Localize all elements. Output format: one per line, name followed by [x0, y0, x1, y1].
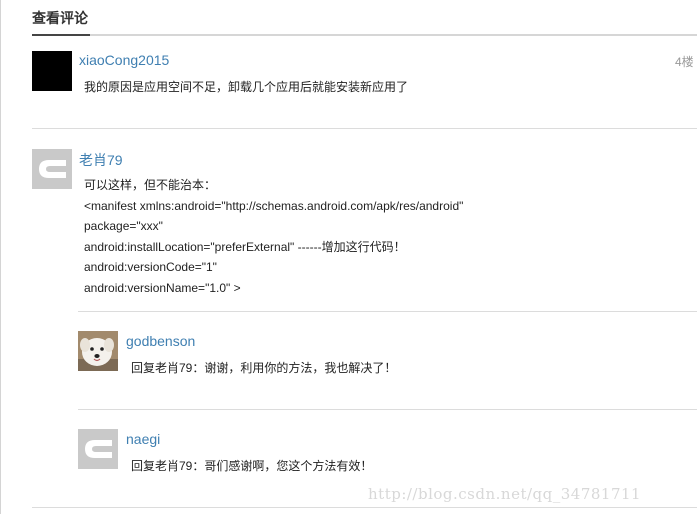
- floor-number: 4楼: [675, 55, 694, 69]
- comments-header: 查看评论: [32, 0, 697, 36]
- avatar[interactable]: [32, 51, 72, 91]
- reply-text: 回复老肖79：哥们感谢啊，您这个方法有效！: [131, 459, 373, 473]
- separator: [32, 507, 697, 508]
- comment-username[interactable]: xiaoCong2015: [79, 52, 169, 68]
- avatar[interactable]: [78, 331, 118, 371]
- reply-username[interactable]: godbenson: [126, 333, 195, 349]
- avatar[interactable]: [78, 429, 118, 469]
- watermark: http://blog.csdn.net/qq_34781711: [368, 485, 642, 503]
- title-underline: [32, 34, 90, 36]
- c-logo-icon: [32, 149, 72, 189]
- comment-text: 可以这样，但不能治本： <manifest xmlns:android="htt…: [84, 178, 464, 295]
- left-border: [0, 0, 1, 514]
- dog-photo-icon: [78, 331, 118, 371]
- separator: [32, 128, 697, 129]
- avatar[interactable]: [32, 149, 72, 189]
- reply-text: 回复老肖79：谢谢，利用你的方法，我也解决了！: [131, 361, 397, 375]
- separator: [78, 311, 697, 312]
- c-logo-icon: [78, 429, 118, 469]
- comment-text: 我的原因是应用空间不足，卸载几个应用后就能安装新应用了: [84, 80, 409, 94]
- reply-username[interactable]: naegi: [126, 431, 160, 447]
- comment-username[interactable]: 老肖79: [79, 150, 123, 170]
- page-title: 查看评论: [32, 10, 88, 26]
- separator: [78, 409, 697, 410]
